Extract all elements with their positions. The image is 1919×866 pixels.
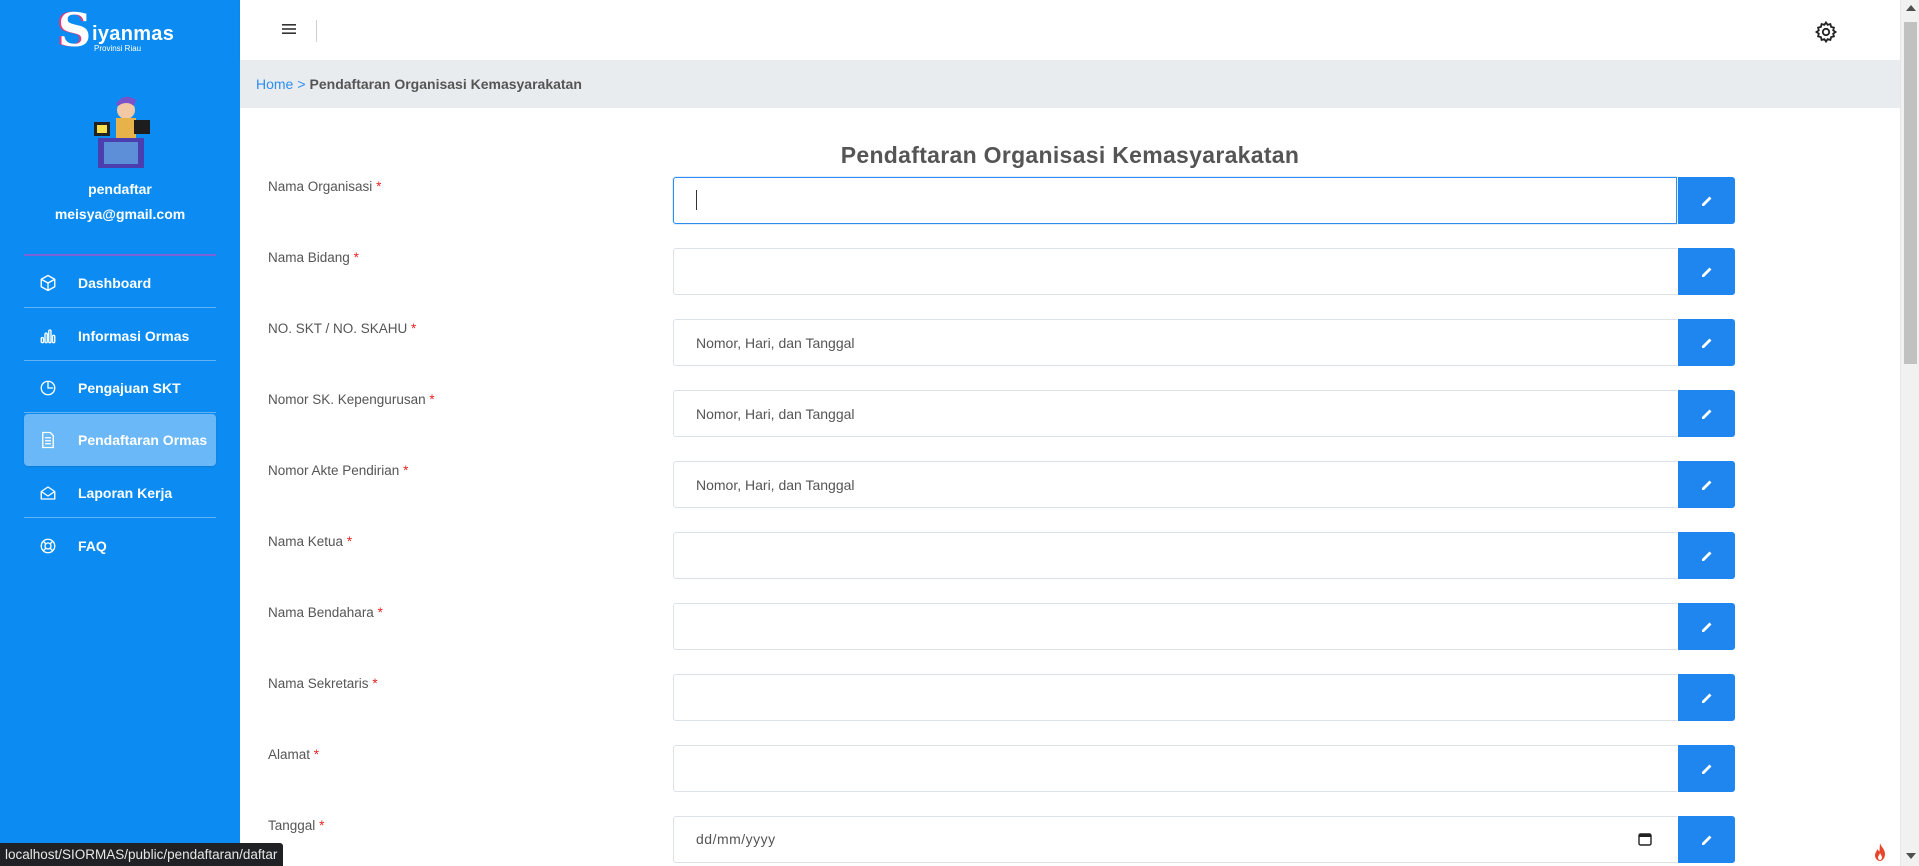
- brand-name: iyanmas: [92, 23, 175, 45]
- field-label: Tanggal *: [268, 818, 325, 833]
- pencil-icon-button[interactable]: [1678, 390, 1735, 437]
- pencil-icon-button[interactable]: [1678, 319, 1735, 366]
- vertical-scrollbar[interactable]: [1900, 0, 1919, 866]
- avatar: [94, 96, 150, 168]
- field-label: Nomor Akte Pendirian *: [268, 463, 409, 478]
- hamburger-menu-icon[interactable]: [280, 20, 298, 38]
- pencil-icon-button[interactable]: [1678, 177, 1735, 224]
- field-label: Nama Bendahara *: [268, 605, 383, 620]
- pencil-icon-button[interactable]: [1678, 745, 1735, 792]
- form-row-nama-ketua: Nama Ketua *: [0, 532, 1919, 580]
- pencil-icon: [1701, 551, 1711, 561]
- nama-bidang-input[interactable]: [673, 248, 1677, 295]
- pencil-icon-button[interactable]: [1678, 248, 1735, 295]
- breadcrumb: Home > Pendaftaran Organisasi Kemasyarak…: [240, 60, 1900, 108]
- alamat-input[interactable]: [673, 745, 1677, 792]
- scroll-up-arrow-icon[interactable]: [1906, 5, 1916, 11]
- pencil-icon-button[interactable]: [1678, 603, 1735, 650]
- field-label: Alamat *: [268, 747, 320, 762]
- nama-organisasi-input[interactable]: [673, 177, 1677, 224]
- form-row-nama-bendahara: Nama Bendahara *: [0, 603, 1919, 651]
- scrollbar-thumb[interactable]: [1904, 22, 1917, 364]
- pencil-icon: [1701, 693, 1711, 703]
- calendar-icon[interactable]: [1638, 832, 1652, 846]
- pencil-icon: [1701, 196, 1711, 206]
- form-row-nama-organisasi: Nama Organisasi *: [0, 177, 1919, 225]
- pencil-icon-button[interactable]: [1678, 816, 1735, 863]
- flame-icon[interactable]: [1868, 840, 1892, 864]
- form-row-nomor-akte-pendirian: Nomor Akte Pendirian *: [0, 461, 1919, 509]
- pencil-icon: [1701, 409, 1711, 419]
- pencil-icon-button[interactable]: [1678, 674, 1735, 721]
- scroll-down-arrow-icon[interactable]: [1906, 853, 1916, 859]
- pencil-icon-button[interactable]: [1678, 532, 1735, 579]
- form-row-tanggal: Tanggal * dd/mm/yyyy: [0, 816, 1919, 864]
- page-title: Pendaftaran Organisasi Kemasyarakatan: [840, 142, 1300, 168]
- field-label: Nomor SK. Kepengurusan *: [268, 392, 435, 407]
- tanggal-date-input[interactable]: [673, 816, 1677, 863]
- pencil-icon: [1701, 622, 1711, 632]
- form-row-nama-sekretaris: Nama Sekretaris *: [0, 674, 1919, 722]
- form-row-nomor-sk-kepengurusan: Nomor SK. Kepengurusan *: [0, 390, 1919, 438]
- pencil-icon: [1701, 338, 1711, 348]
- form-row-no-skt: NO. SKT / NO. SKAHU *: [0, 319, 1919, 367]
- breadcrumb-current: Pendaftaran Organisasi Kemasyarakatan: [309, 76, 582, 92]
- pencil-icon: [1701, 267, 1711, 277]
- logo-letter: S: [58, 3, 92, 57]
- nomor-sk-kepengurusan-input[interactable]: [673, 390, 1677, 437]
- pencil-icon: [1701, 764, 1711, 774]
- topbar: [240, 0, 1900, 60]
- nama-bendahara-input[interactable]: [673, 603, 1677, 650]
- field-label: Nama Bidang *: [268, 250, 359, 265]
- nama-sekretaris-input[interactable]: [673, 674, 1677, 721]
- field-label: Nama Organisasi *: [268, 179, 382, 194]
- status-bar-url: localhost/SIORMAS/public/pendaftaran/daf…: [0, 843, 284, 866]
- brand-subtitle: Provinsi Riau: [94, 44, 142, 53]
- field-label: Nama Ketua *: [268, 534, 353, 549]
- field-label: Nama Sekretaris *: [268, 676, 378, 691]
- pencil-icon: [1701, 835, 1711, 845]
- no-skt-input[interactable]: [673, 319, 1677, 366]
- form-row-nama-bidang: Nama Bidang *: [0, 248, 1919, 296]
- pencil-icon: [1701, 480, 1711, 490]
- form-row-alamat: Alamat *: [0, 745, 1919, 793]
- brand-logo[interactable]: S iyanmas Provinsi Riau: [50, 2, 180, 58]
- breadcrumb-separator: >: [297, 76, 306, 92]
- text-caret: [696, 190, 697, 210]
- nama-ketua-input[interactable]: [673, 532, 1677, 579]
- date-placeholder: dd/mm/yyyy: [696, 831, 776, 847]
- breadcrumb-home-link[interactable]: Home: [256, 76, 293, 92]
- pencil-icon-button[interactable]: [1678, 461, 1735, 508]
- gear-icon[interactable]: [1814, 20, 1838, 44]
- field-label: NO. SKT / NO. SKAHU *: [268, 321, 417, 336]
- nomor-akte-pendirian-input[interactable]: [673, 461, 1677, 508]
- topbar-divider: [316, 20, 317, 42]
